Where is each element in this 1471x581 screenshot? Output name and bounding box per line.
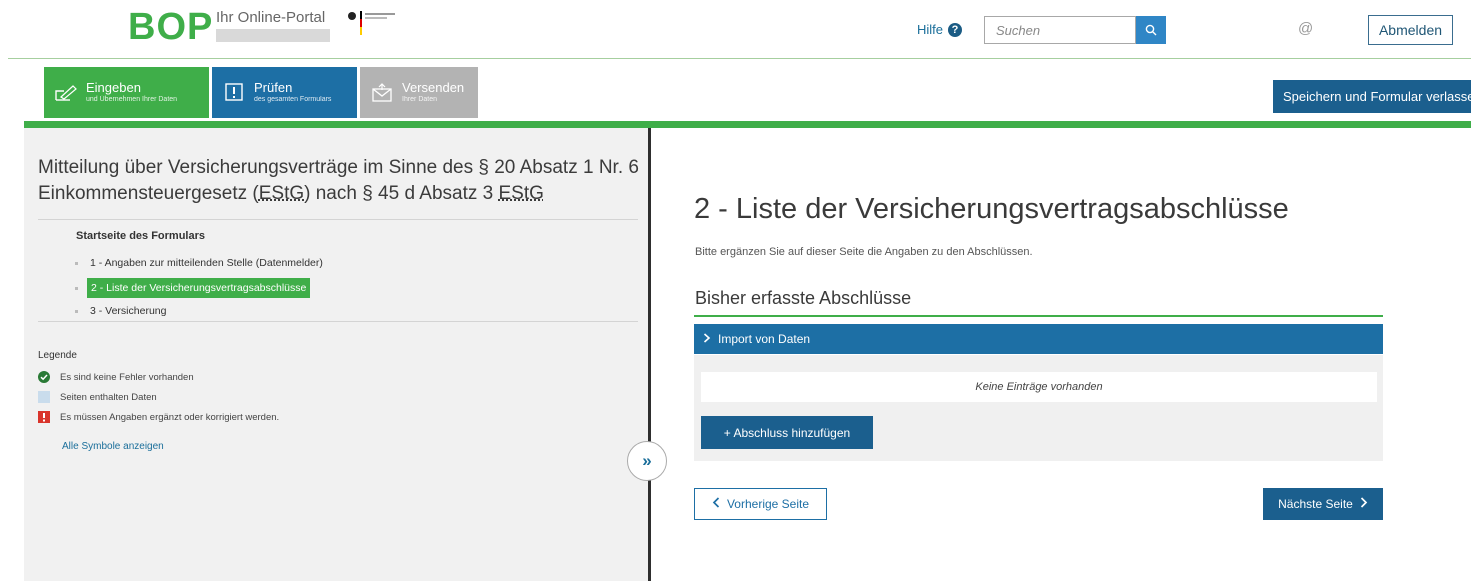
chevron-right-icon xyxy=(1360,497,1368,511)
help-label: Hilfe xyxy=(917,22,944,37)
pane-divider[interactable] xyxy=(648,128,651,581)
nav-item-label: 2 - Liste der Versicherungsvertragsabsch… xyxy=(87,278,311,298)
estg-abbr-1: EStG xyxy=(258,183,305,204)
add-contract-button[interactable]: + Abschluss hinzufügen xyxy=(701,416,873,449)
legend-title: Legende xyxy=(38,350,77,361)
import-data-toggle[interactable]: Import von Daten xyxy=(694,324,1383,354)
portal-name: Ihr Online-Portal xyxy=(216,9,326,26)
legend-row-ok: Es sind keine Fehler vorhanden xyxy=(38,371,194,383)
previous-page-label: Vorherige Seite xyxy=(726,497,810,511)
tab-versenden-subtitle: Ihrer Daten xyxy=(402,96,438,103)
legend-row-data: Seiten enthalten Daten xyxy=(38,391,157,403)
progress-bar-divider xyxy=(24,121,1471,128)
legend-ok-label: Es sind keine Fehler vorhanden xyxy=(60,371,194,383)
double-chevron-right-icon: » xyxy=(642,451,652,470)
bullet-icon xyxy=(75,309,78,313)
tab-eingeben-subtitle: und Übernehmen Ihrer Daten xyxy=(86,96,178,103)
import-data-label: Import von Daten xyxy=(718,332,811,346)
question-icon: ? xyxy=(948,22,963,37)
tab-versenden[interactable]: Versenden Ihrer Daten xyxy=(360,67,478,118)
header-divider xyxy=(8,58,1471,59)
previous-page-button[interactable]: Vorherige Seite xyxy=(694,488,827,520)
save-and-exit-button[interactable]: Speichern und Formular verlassen xyxy=(1273,80,1471,113)
show-all-symbols-link[interactable]: Alle Symbole anzeigen xyxy=(62,441,164,452)
tab-pruefen-subtitle: des gesamten Formulars xyxy=(254,96,332,103)
mail-icon[interactable]: @ xyxy=(1298,20,1313,37)
legend-error-label: Es müssen Angaben ergänzt oder korrigier… xyxy=(60,411,280,423)
tab-pruefen-title: Prüfen xyxy=(254,80,293,95)
help-link[interactable]: Hilfe ? xyxy=(917,22,963,37)
nav-start-page[interactable]: Startseite des Formulars xyxy=(76,230,205,242)
nav-item-versicherung[interactable]: 3 - Versicherung xyxy=(75,303,169,319)
estg-abbr-2: EStG xyxy=(498,183,544,204)
search-button[interactable] xyxy=(1136,16,1166,44)
nav-item-liste[interactable]: 2 - Liste der Versicherungsvertragsabsch… xyxy=(75,278,311,298)
next-page-label: Nächste Seite xyxy=(1278,497,1353,511)
legend-row-error: Es müssen Angaben ergänzt oder korrigier… xyxy=(38,411,279,423)
page-title: 2 - Liste der Versicherungsvertragsabsch… xyxy=(694,193,1289,225)
section-heading: Bisher erfasste Abschlüsse xyxy=(695,288,912,308)
user-name-placeholder xyxy=(216,29,330,42)
federal-eagle-logo xyxy=(345,10,400,41)
form-title-part2: ) nach § 45 d Absatz 3 xyxy=(304,183,499,204)
tab-eingeben[interactable]: Eingeben und Übernehmen Ihrer Daten xyxy=(44,67,209,118)
tab-pruefen[interactable]: Prüfen des gesamten Formulars xyxy=(212,67,357,118)
page-intro: Bitte ergänzen Sie auf dieser Seite die … xyxy=(695,246,1033,258)
chevron-left-icon xyxy=(712,497,720,511)
section-rule xyxy=(694,315,1383,317)
check-document-icon xyxy=(222,82,246,104)
check-circle-icon xyxy=(38,371,50,383)
tab-eingeben-title: Eingeben xyxy=(86,80,141,95)
empty-entries-message: Keine Einträge vorhanden xyxy=(701,372,1377,402)
envelope-icon xyxy=(370,82,394,104)
legend-data-label: Seiten enthalten Daten xyxy=(60,391,157,403)
bullet-icon xyxy=(75,286,78,290)
nav-divider-bottom xyxy=(38,321,638,322)
nav-item-datenmelder[interactable]: 1 - Angaben zur mitteilenden Stelle (Dat… xyxy=(75,255,326,271)
tab-versenden-title: Versenden xyxy=(402,80,465,95)
form-title: Mitteilung über Versicherungsverträge im… xyxy=(38,155,644,207)
nav-item-label: 3 - Versicherung xyxy=(90,305,167,317)
chevron-right-icon xyxy=(703,332,711,346)
collapse-panel-button[interactable]: » xyxy=(627,441,667,481)
bop-logo[interactable]: BOP xyxy=(128,6,213,48)
next-page-button[interactable]: Nächste Seite xyxy=(1263,488,1383,520)
error-exclamation-icon xyxy=(38,411,50,423)
nav-divider-top xyxy=(38,219,638,220)
search-input[interactable] xyxy=(984,16,1136,44)
nav-item-label: 1 - Angaben zur mitteilenden Stelle (Dat… xyxy=(90,257,323,269)
search-icon xyxy=(1145,24,1157,36)
bullet-icon xyxy=(75,261,78,265)
logout-button[interactable]: Abmelden xyxy=(1368,15,1453,45)
edit-icon xyxy=(54,82,78,104)
data-square-icon xyxy=(38,391,50,403)
header: BOP Ihr Online-Portal Hilfe ? @ Abmelden xyxy=(0,0,1471,60)
